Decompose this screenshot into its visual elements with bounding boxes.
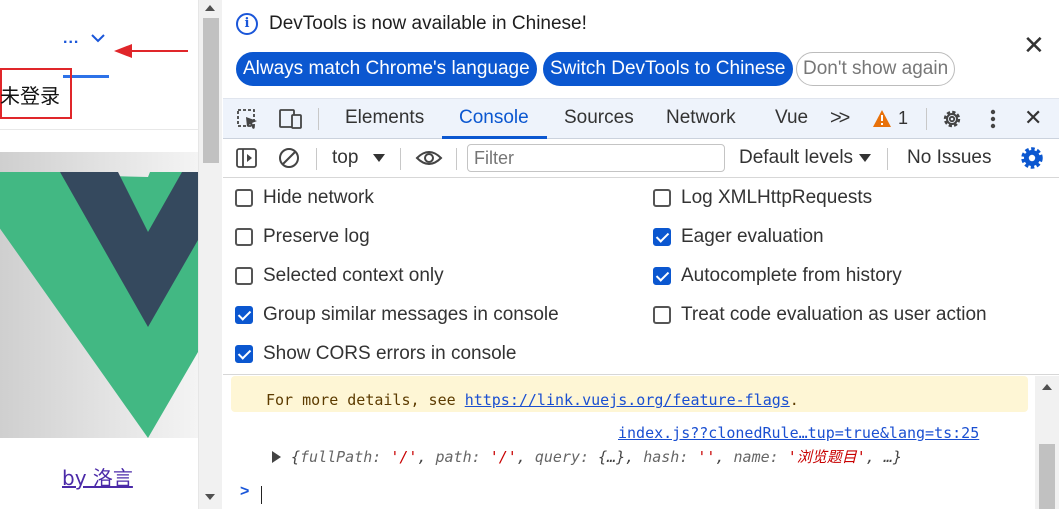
kebab-menu-icon[interactable] xyxy=(989,108,997,130)
source-location-link[interactable]: index.js??clonedRule…tup=true&lang=ts:25 xyxy=(618,424,979,442)
object-value: '/' xyxy=(390,448,418,466)
checkbox-hide-network[interactable] xyxy=(235,189,253,207)
login-status[interactable]: 未登录 xyxy=(0,80,60,109)
scroll-up-arrow-icon[interactable] xyxy=(205,5,215,11)
vue-logo-area xyxy=(0,152,198,438)
log-levels-dropdown[interactable]: Default levels xyxy=(739,139,853,177)
logged-object[interactable]: {fullPath: '/', path: '/', query: {…}, h… xyxy=(291,446,902,467)
divider xyxy=(400,148,401,170)
object-key: path: xyxy=(435,448,481,466)
sidebar-toggle-icon[interactable] xyxy=(236,148,258,168)
devtools-panel: i DevTools is now available in Chinese! … xyxy=(223,0,1059,509)
checkbox-eager-evaluation[interactable] xyxy=(653,228,671,246)
object-value: '' xyxy=(697,448,716,466)
match-language-button[interactable]: Always match Chrome's language xyxy=(236,52,537,86)
checkbox-autocomplete-history[interactable] xyxy=(653,267,671,285)
checkbox-selected-context[interactable] xyxy=(235,267,253,285)
scrollbar-thumb[interactable] xyxy=(203,18,219,163)
option-label: Eager evaluation xyxy=(681,226,824,247)
object-tail: …} xyxy=(883,448,902,466)
scroll-up-arrow-icon[interactable] xyxy=(1042,384,1052,390)
device-toolbar-icon[interactable] xyxy=(278,108,304,130)
devtools-tabbar: Elements Console Sources Network Vue >> … xyxy=(223,98,1059,139)
red-annotation-arrow-icon xyxy=(114,44,188,58)
divider xyxy=(887,148,888,170)
scrollbar-thumb[interactable] xyxy=(1039,444,1055,509)
option-label: Selected context only xyxy=(263,265,444,286)
checkbox-show-cors[interactable] xyxy=(235,345,253,363)
tab-elements[interactable]: Elements xyxy=(345,99,424,139)
more-menu-button[interactable]: ... xyxy=(63,30,79,48)
object-value: '浏览题目' xyxy=(787,448,866,466)
object-value: {…} xyxy=(598,448,626,466)
console-toolbar: top Default levels No Issues xyxy=(223,139,1059,178)
tab-vue[interactable]: Vue xyxy=(775,99,808,139)
tab-console[interactable]: Console xyxy=(459,99,529,139)
divider xyxy=(926,108,927,130)
console-input-caret[interactable] xyxy=(261,486,262,504)
page-scrollbar[interactable] xyxy=(198,0,222,509)
object-brace: { xyxy=(291,448,301,466)
divider xyxy=(456,148,457,170)
context-selector[interactable]: top xyxy=(332,139,358,177)
console-prompt-icon: > xyxy=(240,483,250,500)
option-label: Hide network xyxy=(263,187,374,208)
close-icon[interactable]: ✕ xyxy=(1023,32,1045,58)
levels-caret-icon[interactable] xyxy=(859,154,871,162)
dont-show-again-button[interactable]: Don't show again xyxy=(796,52,956,86)
close-devtools-icon[interactable]: ✕ xyxy=(1024,99,1042,139)
settings-gear-icon[interactable] xyxy=(940,107,964,131)
switch-language-button[interactable]: Switch DevTools to Chinese xyxy=(543,52,793,86)
tab-sources[interactable]: Sources xyxy=(564,99,634,139)
object-key: name: xyxy=(733,448,779,466)
inspected-page: ... 未登录 by 洛言 xyxy=(0,0,198,509)
console-filter-input[interactable] xyxy=(467,144,725,172)
context-dropdown-caret-icon[interactable] xyxy=(373,154,385,162)
option-label: Show CORS errors in console xyxy=(263,343,517,364)
expand-object-triangle-icon[interactable] xyxy=(272,451,281,463)
console-scrollbar[interactable] xyxy=(1035,376,1059,509)
warning-suffix: . xyxy=(789,391,799,409)
option-label: Group similar messages in console xyxy=(263,304,559,325)
infobar-message: DevTools is now available in Chinese! xyxy=(269,13,587,34)
chevron-down-icon[interactable] xyxy=(90,32,106,44)
inspect-element-icon[interactable] xyxy=(236,108,260,130)
object-key: hash: xyxy=(643,448,689,466)
warning-count[interactable]: 1 xyxy=(898,99,908,137)
object-value: '/' xyxy=(489,448,517,466)
console-settings-gear-icon[interactable] xyxy=(1020,146,1044,170)
option-label: Log XMLHttpRequests xyxy=(681,187,873,208)
vue-logo-icon xyxy=(0,172,198,438)
clear-console-icon[interactable] xyxy=(278,147,300,169)
issues-counter[interactable]: No Issues xyxy=(907,139,991,177)
option-label: Autocomplete from history xyxy=(681,265,902,286)
page-header: ... 未登录 xyxy=(0,0,198,130)
tab-network[interactable]: Network xyxy=(666,99,736,139)
checkbox-preserve-log[interactable] xyxy=(235,228,253,246)
author-link[interactable]: by 洛言 xyxy=(62,462,133,491)
feature-flags-link[interactable]: https://link.vuejs.org/feature-flags xyxy=(465,391,790,409)
checkbox-log-xhr[interactable] xyxy=(653,189,671,207)
language-infobar: i DevTools is now available in Chinese! … xyxy=(223,0,1059,98)
object-key: fullPath: xyxy=(300,448,382,466)
option-label: Preserve log xyxy=(263,226,370,247)
live-expression-eye-icon[interactable] xyxy=(415,149,443,167)
warning-text: For more details, see xyxy=(266,391,465,409)
more-tabs-chevron-icon[interactable]: >> xyxy=(830,99,850,139)
checkbox-treat-as-user-action[interactable] xyxy=(653,306,671,324)
console-warning-message: For more details, see https://link.vuejs… xyxy=(231,376,1028,412)
console-settings-pane: Hide network Preserve log Selected conte… xyxy=(223,179,1059,375)
object-key: query: xyxy=(534,448,590,466)
checkbox-group-similar[interactable] xyxy=(235,306,253,324)
console-output[interactable]: For more details, see https://link.vuejs… xyxy=(223,376,1035,509)
divider xyxy=(316,148,317,170)
scroll-down-arrow-icon[interactable] xyxy=(205,494,215,500)
info-icon: i xyxy=(236,13,258,35)
divider xyxy=(318,108,319,130)
option-label: Treat code evaluation as user action xyxy=(681,304,987,325)
